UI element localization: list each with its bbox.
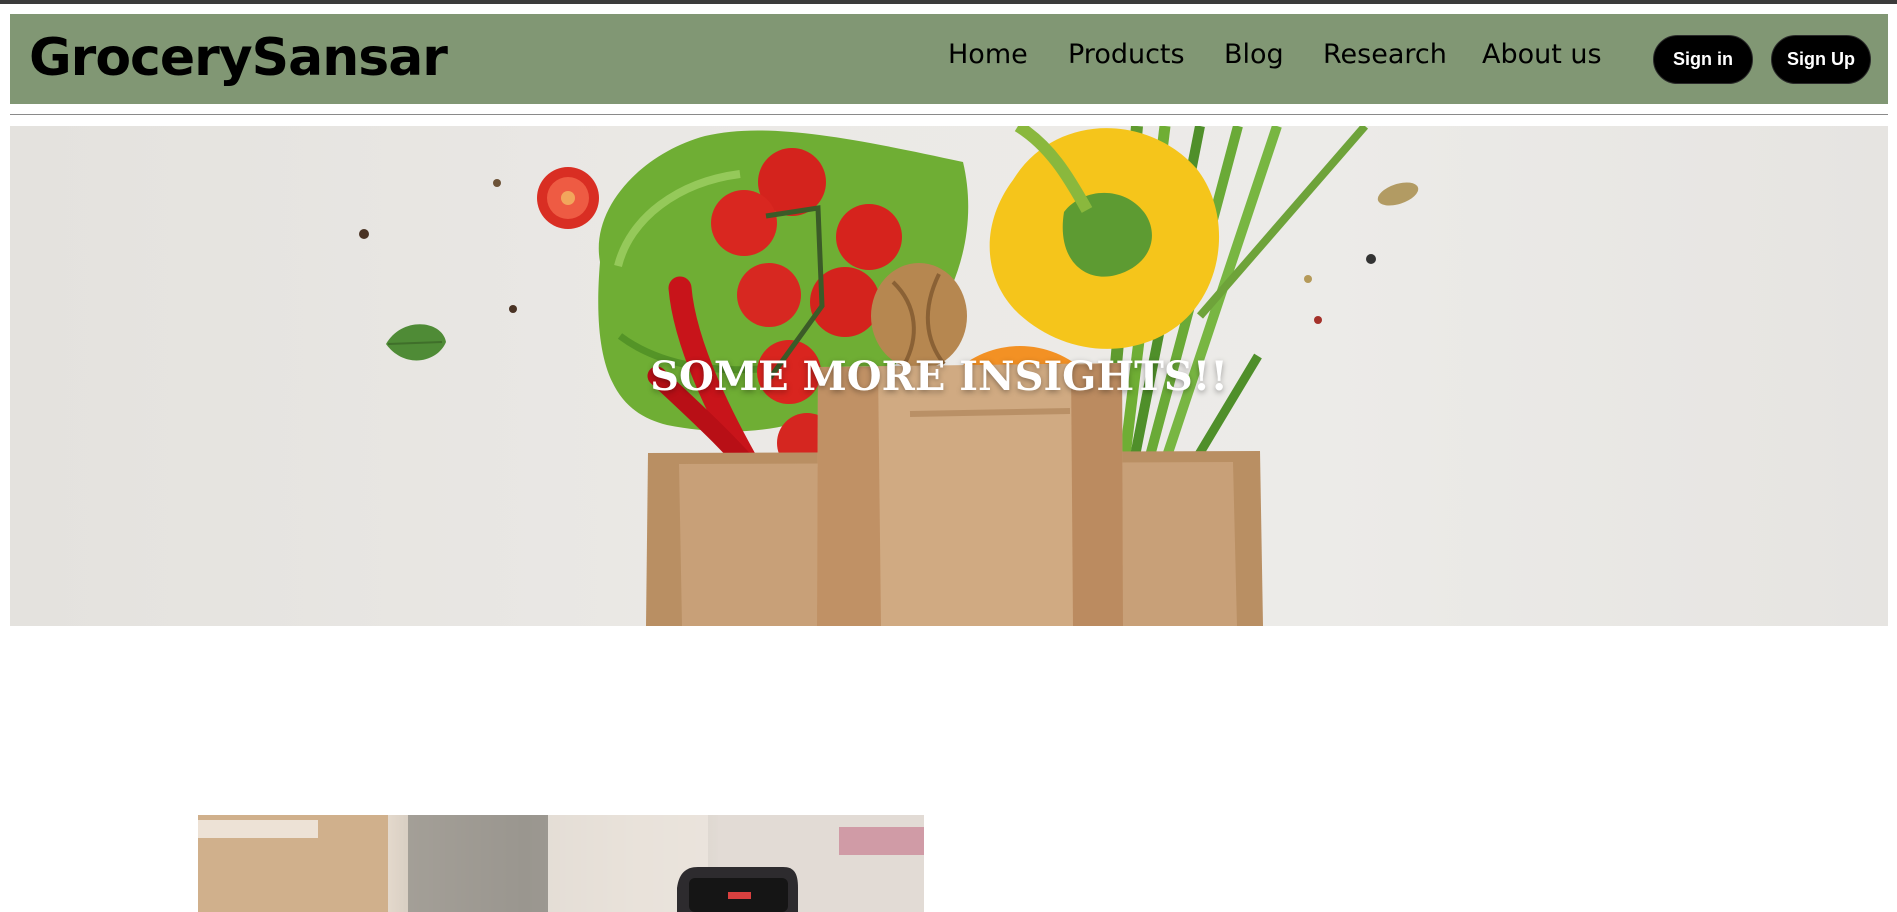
nav-link-research[interactable]: Research (1323, 38, 1447, 72)
page: GrocerySansar Home Products Blog Researc… (0, 0, 1897, 912)
sign-in-button[interactable]: Sign in (1653, 35, 1753, 84)
header-divider (10, 114, 1888, 115)
shopper-phone-photo (198, 815, 924, 912)
hero-title: SOME MORE INSIGHTS!! (650, 353, 1228, 400)
hero-banner: SOME MORE INSIGHTS!! (10, 126, 1888, 626)
nav-link-home[interactable]: Home (948, 38, 1028, 72)
brand-logo[interactable]: GrocerySansar (29, 26, 448, 90)
nav-link-blog[interactable]: Blog (1224, 38, 1284, 72)
sign-up-button[interactable]: Sign Up (1771, 35, 1871, 84)
nav-link-products[interactable]: Products (1068, 38, 1185, 72)
navbar: GrocerySansar Home Products Blog Researc… (10, 14, 1888, 104)
nav-link-about[interactable]: About us (1482, 38, 1602, 72)
browser-top-strip (0, 0, 1897, 4)
shopper-phone-image (198, 815, 924, 912)
